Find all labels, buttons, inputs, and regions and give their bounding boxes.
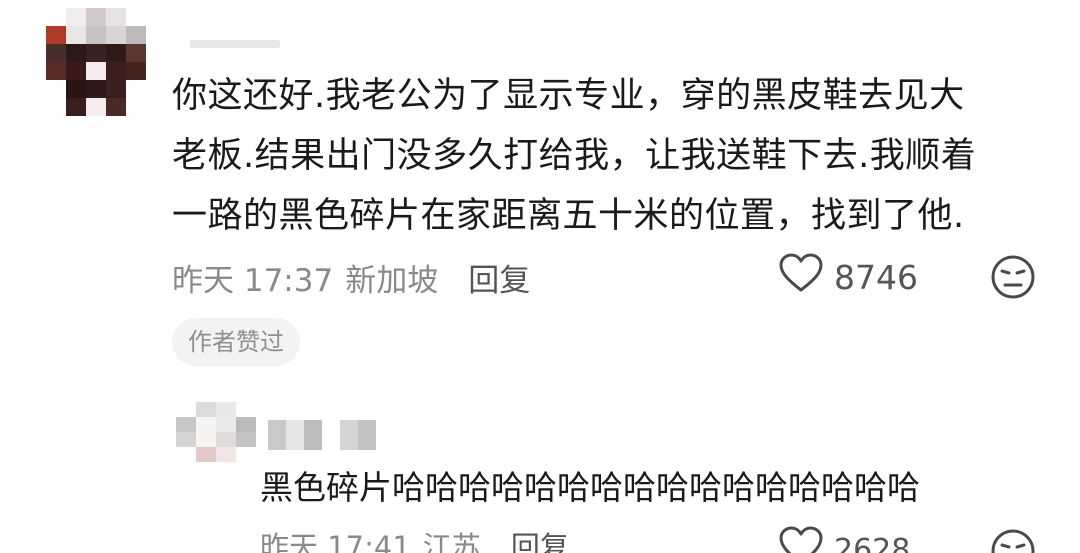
heart-outline-icon <box>778 253 834 301</box>
like-button[interactable]: 8746 <box>778 252 918 302</box>
comment-meta: 昨天 17:37 新加坡 回复 <box>172 252 530 302</box>
timestamp: 昨天 17:41 <box>260 530 411 553</box>
reply-text: 黑色碎片哈哈哈哈哈哈哈哈哈哈哈哈哈哈哈哈 <box>260 468 920 507</box>
reply-button[interactable]: 回复 <box>511 524 569 553</box>
comment-thread: 你这还好.我老公为了显示专业，穿的黑皮鞋去见大 老板.结果出门没多久打给我，让我… <box>0 0 1080 553</box>
reply-avatar[interactable] <box>176 402 256 462</box>
comment-line: 一路的黑色碎片在家距离五十米的位置，找到了他. <box>172 196 965 236</box>
reply-dislike-button[interactable] <box>990 528 1036 553</box>
location: 新加坡 <box>345 262 439 299</box>
author-liked-badge: 作者赞过 <box>172 318 300 366</box>
reply-button[interactable]: 回复 <box>468 255 530 300</box>
reply-like-button[interactable]: 2628 <box>778 526 911 553</box>
reply-username[interactable] <box>268 420 376 450</box>
neutral-face-icon <box>990 255 1036 304</box>
comment-line: 老板.结果出门没多久打给我，让我送鞋下去.我顺着 <box>172 136 977 176</box>
location: 江苏 <box>422 530 481 553</box>
like-count: 8746 <box>834 257 918 297</box>
username[interactable] <box>190 40 280 48</box>
comment-text: 你这还好.我老公为了显示专业，穿的黑皮鞋去见大 老板.结果出门没多久打给我，让我… <box>172 66 1032 246</box>
avatar[interactable] <box>46 8 146 116</box>
dislike-button[interactable] <box>990 254 1036 304</box>
heart-outline-icon <box>778 526 834 553</box>
reply-meta: 昨天 17:41 江苏 回复 <box>260 524 569 553</box>
comment-line: 你这还好.我老公为了显示专业，穿的黑皮鞋去见大 <box>172 76 965 116</box>
timestamp: 昨天 17:37 <box>172 262 334 299</box>
like-count: 2628 <box>834 532 911 553</box>
